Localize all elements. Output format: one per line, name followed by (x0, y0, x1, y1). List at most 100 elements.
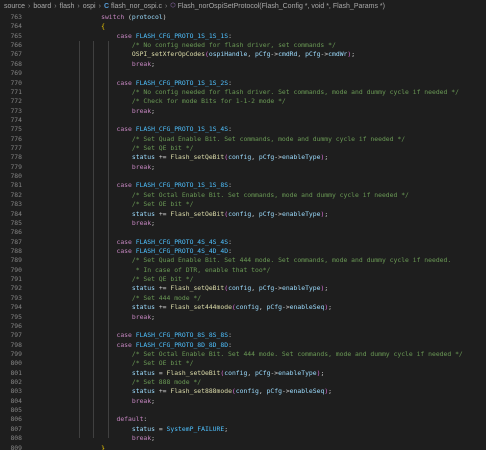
code-line[interactable]: 764 { (0, 22, 486, 31)
code-token: /* Set Octal Enable Bit. Set commands, m… (131, 190, 409, 199)
code-text: status += Flash_setQeBit(config, pCfg->e… (78, 153, 328, 162)
code-token: pCfg (258, 209, 275, 218)
code-line[interactable]: 798 case FLASH_CFG_PROTO_8D_8D_8D: (0, 341, 486, 350)
code-line[interactable]: 777 /* Set QE bit */ (0, 144, 486, 153)
code-token: break (131, 396, 152, 405)
code-line[interactable]: 804 break; (0, 397, 486, 406)
line-number: 790 (10, 265, 22, 274)
code-line[interactable]: 775 case FLASH_CFG_PROTO_1S_1S_4S: (0, 125, 486, 134)
code-line[interactable]: 793 /* Set 444 mode */ (0, 294, 486, 303)
code-token: /* No config needed for flash driver. Se… (131, 87, 459, 96)
code-line[interactable]: 789 /* Set Quad Enable Bit. Set 444 mode… (0, 256, 486, 265)
code-line[interactable]: 765 case FLASH_CFG_PROTO_1S_1S_1S: (0, 32, 486, 41)
code-line[interactable]: 779 break; (0, 163, 486, 172)
breadcrumb-file[interactable]: flash_nor_ospi.c (111, 0, 162, 13)
code-text: status += Flash_setQeBit(config, pCfg->e… (78, 284, 328, 293)
code-token: ; (224, 424, 229, 433)
code-line[interactable]: 806 default: (0, 415, 486, 424)
breadcrumb-function[interactable]: Flash_norOspiSetProtocol(Flash_Config *,… (178, 0, 385, 13)
code-line[interactable]: 770 case FLASH_CFG_PROTO_1S_1S_2S: (0, 79, 486, 88)
code-line[interactable]: 790 * In case of DTR, enable that too*/ (0, 266, 486, 275)
code-line[interactable]: 786 (0, 228, 486, 237)
code-text: status = SystemP_FAILURE; (78, 425, 228, 434)
code-text: case FLASH_CFG_PROTO_8S_8S_8S: (78, 331, 231, 340)
code-line[interactable]: 766 /* No config needed for flash driver… (0, 41, 486, 50)
code-line[interactable]: 791 /* Set QE bit */ (0, 275, 486, 284)
code-line[interactable]: 767 OSPI_setXferOpCodes(ospiHandle, pCfg… (0, 50, 486, 59)
code-line[interactable]: 800 /* Set OE bit */ (0, 359, 486, 368)
code-token: enableType (281, 209, 321, 218)
line-number: 776 (10, 134, 22, 143)
line-number: 780 (10, 172, 22, 181)
code-line[interactable]: 778 status += Flash_setQeBit(config, pCf… (0, 153, 486, 162)
line-number: 769 (10, 69, 22, 78)
code-line[interactable]: 787 case FLASH_CFG_PROTO_4S_4S_4S: (0, 238, 486, 247)
code-line[interactable]: 805 (0, 406, 486, 415)
line-number: 789 (10, 256, 22, 265)
code-line[interactable]: 771 /* No config needed for flash driver… (0, 88, 486, 97)
code-line[interactable]: 799 /* Set Octal Enable Bit. Set 444 mod… (0, 350, 486, 359)
code-line[interactable]: 774 (0, 116, 486, 125)
line-number: 770 (10, 78, 22, 87)
code-line[interactable]: 795 break; (0, 313, 486, 322)
code-token: , (258, 303, 267, 312)
code-token: break (131, 434, 152, 443)
code-token: enableType (281, 153, 321, 162)
code-token: protocol (131, 13, 163, 21)
line-number: 782 (10, 190, 22, 199)
code-line[interactable]: 784 status += Flash_setOeBit(config, pCf… (0, 210, 486, 219)
breadcrumb-ospi[interactable]: ospi (83, 0, 96, 13)
code-line[interactable]: 763 switch (protocol) (0, 13, 486, 22)
code-token: Flash_setQeBit (170, 284, 225, 293)
code-text: default: (78, 415, 147, 424)
code-line[interactable]: 773 break; (0, 107, 486, 116)
code-line[interactable]: 796 (0, 322, 486, 331)
code-editor[interactable]: 763 switch (protocol) 764 {765 case FLASH… (0, 13, 486, 450)
line-number: 796 (10, 321, 22, 330)
code-line[interactable]: 776 /* Set Quad Enable Bit. Set commands… (0, 135, 486, 144)
code-line[interactable]: 792 status += Flash_setQeBit(config, pCf… (0, 284, 486, 293)
code-text: /* Set Octal Enable Bit. Set 444 mode. S… (78, 350, 463, 359)
line-number: 784 (10, 209, 22, 218)
code-line[interactable]: 797 case FLASH_CFG_PROTO_8S_8S_8S: (0, 331, 486, 340)
breadcrumb-board[interactable]: board (33, 0, 51, 13)
code-token: * In case of DTR, enable that too*/ (135, 265, 271, 274)
code-line[interactable]: 801 status = Flash_setOeBit(config, pCfg… (0, 369, 486, 378)
line-number: 777 (10, 144, 22, 153)
code-line[interactable]: 781 case FLASH_CFG_PROTO_1S_1S_8S: (0, 181, 486, 190)
code-line[interactable]: 808 break; (0, 434, 486, 443)
code-line[interactable]: 768 break; (0, 60, 486, 69)
code-line[interactable]: 780 (0, 172, 486, 181)
code-line[interactable]: 803 status += Flash_set888mode(config, p… (0, 387, 486, 396)
code-line[interactable]: 807 status = SystemP_FAILURE; (0, 425, 486, 434)
code-line[interactable]: 782 /* Set Octal Enable Bit. Set command… (0, 191, 486, 200)
code-line[interactable]: 794 status += Flash_set444mode(config, p… (0, 303, 486, 312)
code-line[interactable]: 783 /* Set OE bit */ (0, 200, 486, 209)
code-line[interactable]: 802 /* Set 888 mode */ (0, 378, 486, 387)
chevron-right-icon: › (54, 3, 57, 10)
code-line[interactable]: 769 (0, 69, 486, 78)
breadcrumb-source[interactable]: source (4, 0, 25, 13)
line-number: 807 (10, 424, 22, 433)
line-number: 786 (10, 228, 22, 237)
code-token: ; (151, 396, 155, 405)
line-number: 781 (10, 181, 22, 190)
code-line[interactable]: 785 break; (0, 219, 486, 228)
code-line[interactable]: 809 } (0, 444, 486, 450)
code-line[interactable]: 772 /* Check for mode Bits for 1-1-2 mod… (0, 97, 486, 106)
code-line[interactable]: 788 case FLASH_CFG_PROTO_4S_4D_4D: (0, 247, 486, 256)
code-text: /* Set OE bit */ (78, 359, 194, 368)
code-token: /* Set QE bit */ (131, 275, 194, 284)
line-number: 775 (10, 125, 22, 134)
breadcrumb-flash[interactable]: flash (60, 0, 75, 13)
line-number: 779 (10, 162, 22, 171)
